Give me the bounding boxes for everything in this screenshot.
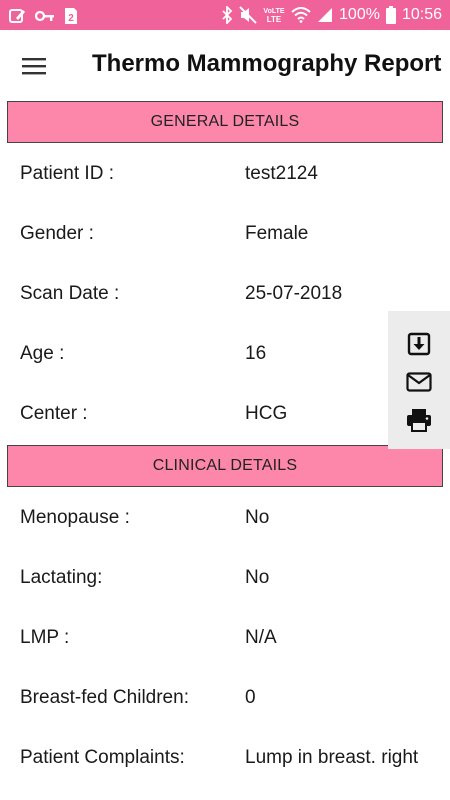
row-value: 16 — [245, 343, 267, 364]
row-value: Female — [245, 223, 309, 244]
key-icon — [35, 6, 55, 26]
row-label: Scan Date : — [20, 283, 120, 304]
sim-icon: 2 — [64, 6, 78, 26]
report-actions-panel — [388, 311, 450, 449]
row-value: 25-07-2018 — [245, 283, 343, 304]
sim-badge: 2 — [68, 13, 74, 24]
battery-percentage: 100% — [339, 6, 380, 23]
row-label: Center : — [20, 403, 88, 424]
email-icon[interactable] — [403, 367, 435, 397]
row-label: LMP : — [20, 627, 70, 648]
signal-icon — [317, 5, 333, 25]
row-value: HCG — [245, 403, 288, 424]
row-label: Age : — [20, 343, 65, 364]
bluetooth-icon — [221, 5, 233, 25]
detail-row-patient-complaints: Patient Complaints: Lump in breast. righ… — [0, 729, 450, 789]
detail-row-center: Center : HCG — [0, 385, 450, 445]
detail-row-scan-date: Scan Date : 25-07-2018 — [0, 265, 450, 325]
hamburger-menu-icon[interactable] — [16, 48, 52, 84]
detail-row-lactating: Lactating: No — [0, 549, 450, 609]
row-value: 0 — [245, 687, 256, 708]
row-label: Patient Complaints: — [20, 747, 185, 768]
wifi-icon — [291, 5, 311, 25]
clinical-details-header: CLINICAL DETAILS — [7, 445, 443, 487]
download-icon[interactable] — [403, 329, 435, 359]
page-title: Thermo Mammography Report — [92, 50, 442, 77]
row-label: Gender : — [20, 223, 94, 244]
row-label: Lactating: — [20, 567, 103, 588]
status-time: 10:56 — [401, 6, 442, 23]
row-label: Menopause : — [20, 507, 130, 528]
mute-icon — [239, 5, 257, 25]
row-value: test2124 — [245, 163, 318, 184]
row-value: No — [245, 507, 270, 528]
app-bar: Thermo Mammography Report — [0, 30, 450, 102]
svg-text:VoLTE: VoLTE — [263, 8, 284, 15]
svg-text:LTE: LTE — [267, 15, 282, 24]
detail-row-lmp: LMP : N/A — [0, 609, 450, 669]
detail-row-breast-fed-children: Breast-fed Children: 0 — [0, 669, 450, 729]
detail-row-patient-id: Patient ID : test2124 — [0, 145, 450, 205]
detail-row-menopause: Menopause : No — [0, 489, 450, 549]
row-label: Breast-fed Children: — [20, 687, 189, 708]
row-value: Lump in breast. right — [245, 747, 419, 768]
row-label: Patient ID : — [20, 163, 114, 184]
pen-square-icon — [8, 6, 26, 26]
row-value: N/A — [245, 627, 277, 648]
detail-row-gender: Gender : Female — [0, 205, 450, 265]
battery-icon — [385, 5, 396, 25]
status-bar: 2 VoLTE LTE 100% 10:56 — [0, 0, 450, 30]
general-details-header: GENERAL DETAILS — [7, 101, 443, 143]
volte-icon: VoLTE LTE — [263, 5, 285, 25]
print-icon[interactable] — [403, 405, 435, 435]
row-value: No — [245, 567, 270, 588]
detail-row-age: Age : 16 — [0, 325, 450, 385]
